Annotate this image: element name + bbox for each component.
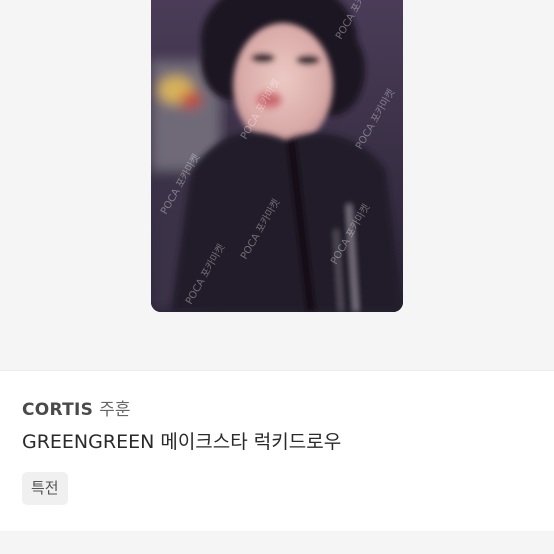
product-info: CORTIS 주훈 GREENGREEN 메이크스타 럭키드로우 특전: [22, 398, 532, 505]
tag-badge[interactable]: 특전: [22, 472, 68, 505]
bottom-section-separator: [0, 531, 554, 554]
product-detail: POCA 포카마켓 POCA 포카마켓 POCA 포카마켓 POCA 포카마켓 …: [0, 0, 554, 554]
product-image-area[interactable]: POCA 포카마켓 POCA 포카마켓 POCA 포카마켓 POCA 포카마켓 …: [0, 0, 554, 370]
photocard-image[interactable]: POCA 포카마켓 POCA 포카마켓 POCA 포카마켓 POCA 포카마켓 …: [151, 0, 403, 312]
section-divider: [0, 370, 554, 371]
group-name[interactable]: CORTIS: [22, 400, 93, 420]
photocard-photo: POCA 포카마켓 POCA 포카마켓 POCA 포카마켓 POCA 포카마켓 …: [151, 0, 403, 312]
member-name[interactable]: 주훈: [99, 400, 130, 420]
artist-line: CORTIS 주훈: [22, 398, 532, 422]
product-title: GREENGREEN 메이크스타 럭키드로우: [22, 431, 342, 453]
